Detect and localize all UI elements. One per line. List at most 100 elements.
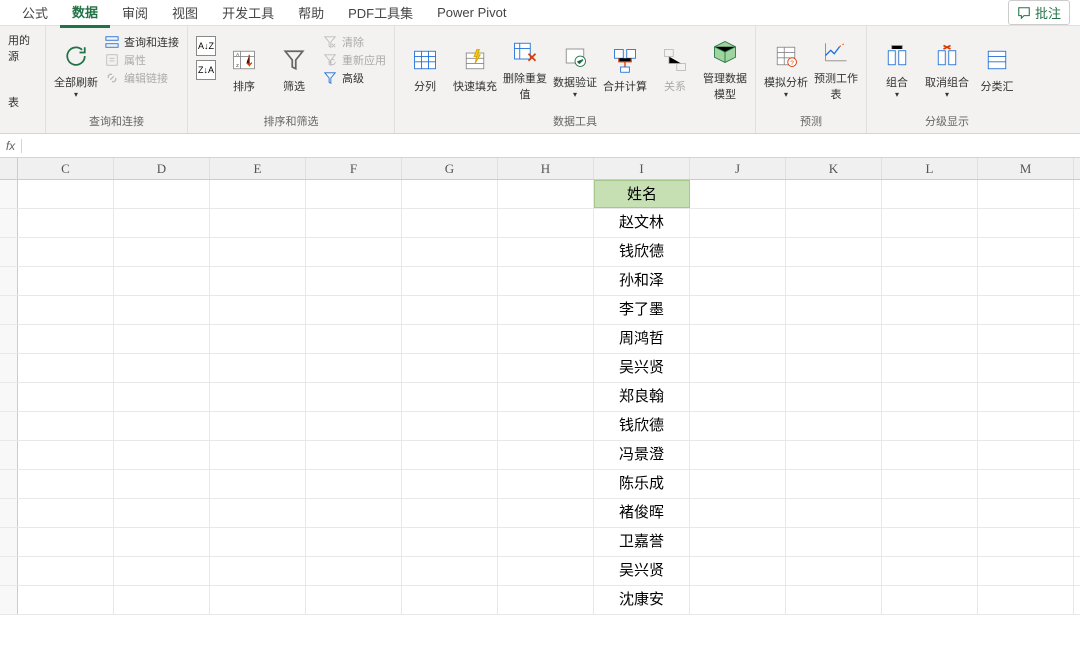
refresh-all-button[interactable]: 全部刷新 ▾ [54,30,98,108]
whatif-button[interactable]: ? 模拟分析 ▾ [764,30,808,108]
cell[interactable] [114,354,210,382]
tab-view[interactable]: 视图 [160,0,210,26]
cell[interactable] [402,586,498,614]
cell[interactable] [978,470,1074,498]
cell[interactable] [210,499,306,527]
cell[interactable] [978,296,1074,324]
col-header-D[interactable]: D [114,158,210,179]
cell[interactable] [114,441,210,469]
row-header[interactable] [0,354,18,382]
tab-formula[interactable]: 公式 [10,0,60,26]
cell[interactable] [18,528,114,556]
cell[interactable] [882,557,978,585]
cell[interactable] [978,325,1074,353]
cell[interactable] [690,267,786,295]
cell[interactable] [402,180,498,208]
cell[interactable] [786,209,882,237]
cell[interactable] [786,441,882,469]
cell[interactable] [402,470,498,498]
cell[interactable] [882,383,978,411]
cell[interactable] [690,499,786,527]
cell[interactable] [18,470,114,498]
data-model-button[interactable]: 管理数据模型 [703,30,747,108]
cell[interactable] [210,586,306,614]
cell[interactable] [978,528,1074,556]
cell[interactable] [882,209,978,237]
cell[interactable] [786,470,882,498]
query-connections-button[interactable]: 查询和连接 [104,34,179,50]
cell[interactable] [978,412,1074,440]
cell[interactable] [114,296,210,324]
text-to-columns-button[interactable]: 分列 [403,30,447,108]
cell[interactable] [498,412,594,440]
cell[interactable]: 赵文林 [594,209,690,237]
cell[interactable] [18,180,114,208]
cell[interactable] [690,180,786,208]
row-header[interactable] [0,586,18,614]
cell[interactable] [18,557,114,585]
cell[interactable] [114,383,210,411]
cell[interactable] [210,441,306,469]
cell[interactable]: 钱欣德 [594,412,690,440]
cell[interactable] [210,470,306,498]
cell[interactable] [18,267,114,295]
cell[interactable] [402,325,498,353]
cell[interactable] [114,209,210,237]
cell[interactable] [978,586,1074,614]
cell[interactable] [978,499,1074,527]
cell[interactable] [402,267,498,295]
cell[interactable] [882,238,978,266]
cell[interactable] [306,209,402,237]
cell[interactable] [114,180,210,208]
cell[interactable] [882,180,978,208]
cell[interactable] [882,499,978,527]
row-header[interactable] [0,470,18,498]
select-all-corner[interactable] [0,158,18,179]
cell[interactable] [498,238,594,266]
col-header-I[interactable]: I [594,158,690,179]
ungroup-button[interactable]: 取消组合 ▾ [925,30,969,108]
cell[interactable] [786,412,882,440]
cell[interactable] [498,325,594,353]
comments-button[interactable]: 批注 [1008,0,1070,25]
cell[interactable]: 孙和泽 [594,267,690,295]
cell[interactable] [210,528,306,556]
cell[interactable]: 吴兴贤 [594,557,690,585]
row-header[interactable] [0,238,18,266]
row-header[interactable] [0,325,18,353]
cell[interactable] [18,586,114,614]
cell[interactable]: 陈乐成 [594,470,690,498]
cell[interactable] [402,499,498,527]
cell[interactable] [978,354,1074,382]
row-header[interactable] [0,267,18,295]
cell[interactable] [690,441,786,469]
formula-input[interactable] [22,134,1080,157]
cell[interactable] [402,238,498,266]
cell[interactable] [978,441,1074,469]
tab-pdf[interactable]: PDF工具集 [336,0,425,26]
tab-help[interactable]: 帮助 [286,0,336,26]
cell[interactable] [114,557,210,585]
cell[interactable] [402,557,498,585]
row-header[interactable] [0,499,18,527]
cell[interactable] [978,180,1074,208]
cell[interactable] [18,238,114,266]
cell[interactable] [882,267,978,295]
flash-fill-button[interactable]: 快速填充 [453,30,497,108]
cell[interactable] [786,296,882,324]
cell[interactable] [114,586,210,614]
col-header-K[interactable]: K [786,158,882,179]
cell[interactable] [210,209,306,237]
cell[interactable] [18,354,114,382]
tab-powerpivot[interactable]: Power Pivot [425,1,518,24]
cell[interactable] [210,296,306,324]
fx-icon[interactable]: fx [0,139,22,153]
cell[interactable] [114,528,210,556]
cell[interactable] [690,383,786,411]
col-header-H[interactable]: H [498,158,594,179]
cell[interactable] [882,296,978,324]
tab-review[interactable]: 审阅 [110,0,160,26]
cell[interactable] [498,209,594,237]
group-button[interactable]: 组合 ▾ [875,30,919,108]
cell[interactable] [978,383,1074,411]
